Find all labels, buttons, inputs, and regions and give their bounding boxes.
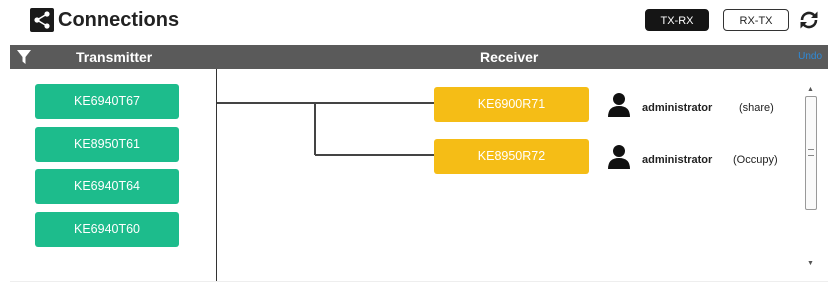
- user-icon: [607, 92, 631, 118]
- scroll-up-arrow-icon[interactable]: ▲: [807, 86, 814, 93]
- receiver-access-mode: (share): [739, 102, 774, 114]
- scrollbar[interactable]: ▲ ▼: [804, 84, 818, 272]
- receiver-item[interactable]: KE8950R72: [434, 139, 589, 174]
- receiver-item[interactable]: KE6900R71: [434, 87, 589, 122]
- receiver-access-mode: (Occupy): [733, 154, 778, 166]
- scroll-grip-icon: [808, 149, 814, 156]
- transmitter-item[interactable]: KE6940T67: [35, 84, 179, 119]
- receiver-user-name: administrator: [642, 102, 713, 114]
- scroll-thumb[interactable]: [805, 96, 817, 210]
- user-icon: [607, 144, 631, 170]
- transmitter-item[interactable]: KE6940T64: [35, 169, 179, 204]
- receiver-user-name: administrator: [642, 154, 713, 166]
- transmitter-item[interactable]: KE6940T60: [35, 212, 179, 247]
- transmitter-item[interactable]: KE8950T61: [35, 127, 179, 162]
- scroll-down-arrow-icon[interactable]: ▼: [807, 260, 814, 267]
